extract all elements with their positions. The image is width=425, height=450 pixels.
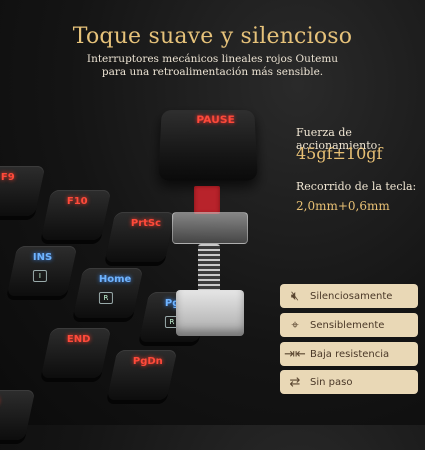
key-f9: F9 bbox=[0, 166, 46, 216]
key-legend: PrtSc bbox=[130, 218, 162, 229]
key-legend: END bbox=[66, 334, 91, 345]
key-legend: PgDn bbox=[132, 356, 163, 367]
key-home: Home R bbox=[72, 268, 144, 318]
key-ins: INS I bbox=[6, 246, 78, 296]
switch-housing-bottom bbox=[176, 290, 244, 336]
travel-value: 2,0mm+0,6mm bbox=[296, 199, 390, 213]
target-icon: ⌖ bbox=[291, 317, 299, 333]
key-sub-icon: R bbox=[98, 292, 113, 304]
subtitle-line-2: para una retroalimentación más sensible. bbox=[101, 66, 324, 78]
key-f10: F10 bbox=[40, 190, 112, 240]
switch-stem bbox=[194, 186, 220, 214]
shuffle-icon: ⇄ bbox=[289, 374, 301, 390]
key-pgdn: PgDn bbox=[106, 350, 178, 400]
key-end: END bbox=[40, 328, 112, 378]
travel-label: Recorrido de la tecla: bbox=[296, 180, 417, 193]
subtitle-line-1: Interruptores mecánicos lineales rojos O… bbox=[86, 53, 339, 65]
key-legend: F10 bbox=[66, 196, 88, 207]
page-subtitle: Interruptores mecánicos lineales rojos O… bbox=[0, 53, 425, 79]
arrows-icon: ⇥⇤ bbox=[284, 346, 306, 362]
feature-label: Sin paso bbox=[310, 376, 353, 388]
switch-spring bbox=[198, 244, 220, 296]
feature-label: Baja resistencia bbox=[310, 348, 390, 360]
feature-sensitive: ⌖ Sensiblemente bbox=[280, 313, 418, 337]
floating-keycap: PAUSE bbox=[158, 110, 258, 181]
switch-housing-top bbox=[172, 212, 248, 244]
key-n: N bbox=[0, 390, 36, 440]
feature-label: Silenciosamente bbox=[310, 290, 393, 302]
force-value: 45gf±10gf bbox=[296, 144, 383, 163]
feature-low-resistance: ⇥⇤ Baja resistencia bbox=[280, 342, 418, 366]
key-sub-icon: I bbox=[32, 270, 47, 282]
feature-label: Sensiblemente bbox=[310, 319, 385, 331]
feature-silent: 🔇︎ Silenciosamente bbox=[280, 284, 418, 308]
feature-no-step: ⇄ Sin paso bbox=[280, 370, 418, 394]
page-title: Toque suave y silencioso bbox=[72, 24, 353, 49]
key-legend: INS bbox=[32, 252, 53, 263]
keycap-legend: PAUSE bbox=[196, 113, 236, 126]
key-legend: Home bbox=[98, 274, 132, 285]
key-legend: F9 bbox=[0, 172, 15, 183]
mute-icon: 🔇︎ bbox=[290, 288, 300, 304]
key-prtsc: PrtSc bbox=[104, 212, 176, 262]
